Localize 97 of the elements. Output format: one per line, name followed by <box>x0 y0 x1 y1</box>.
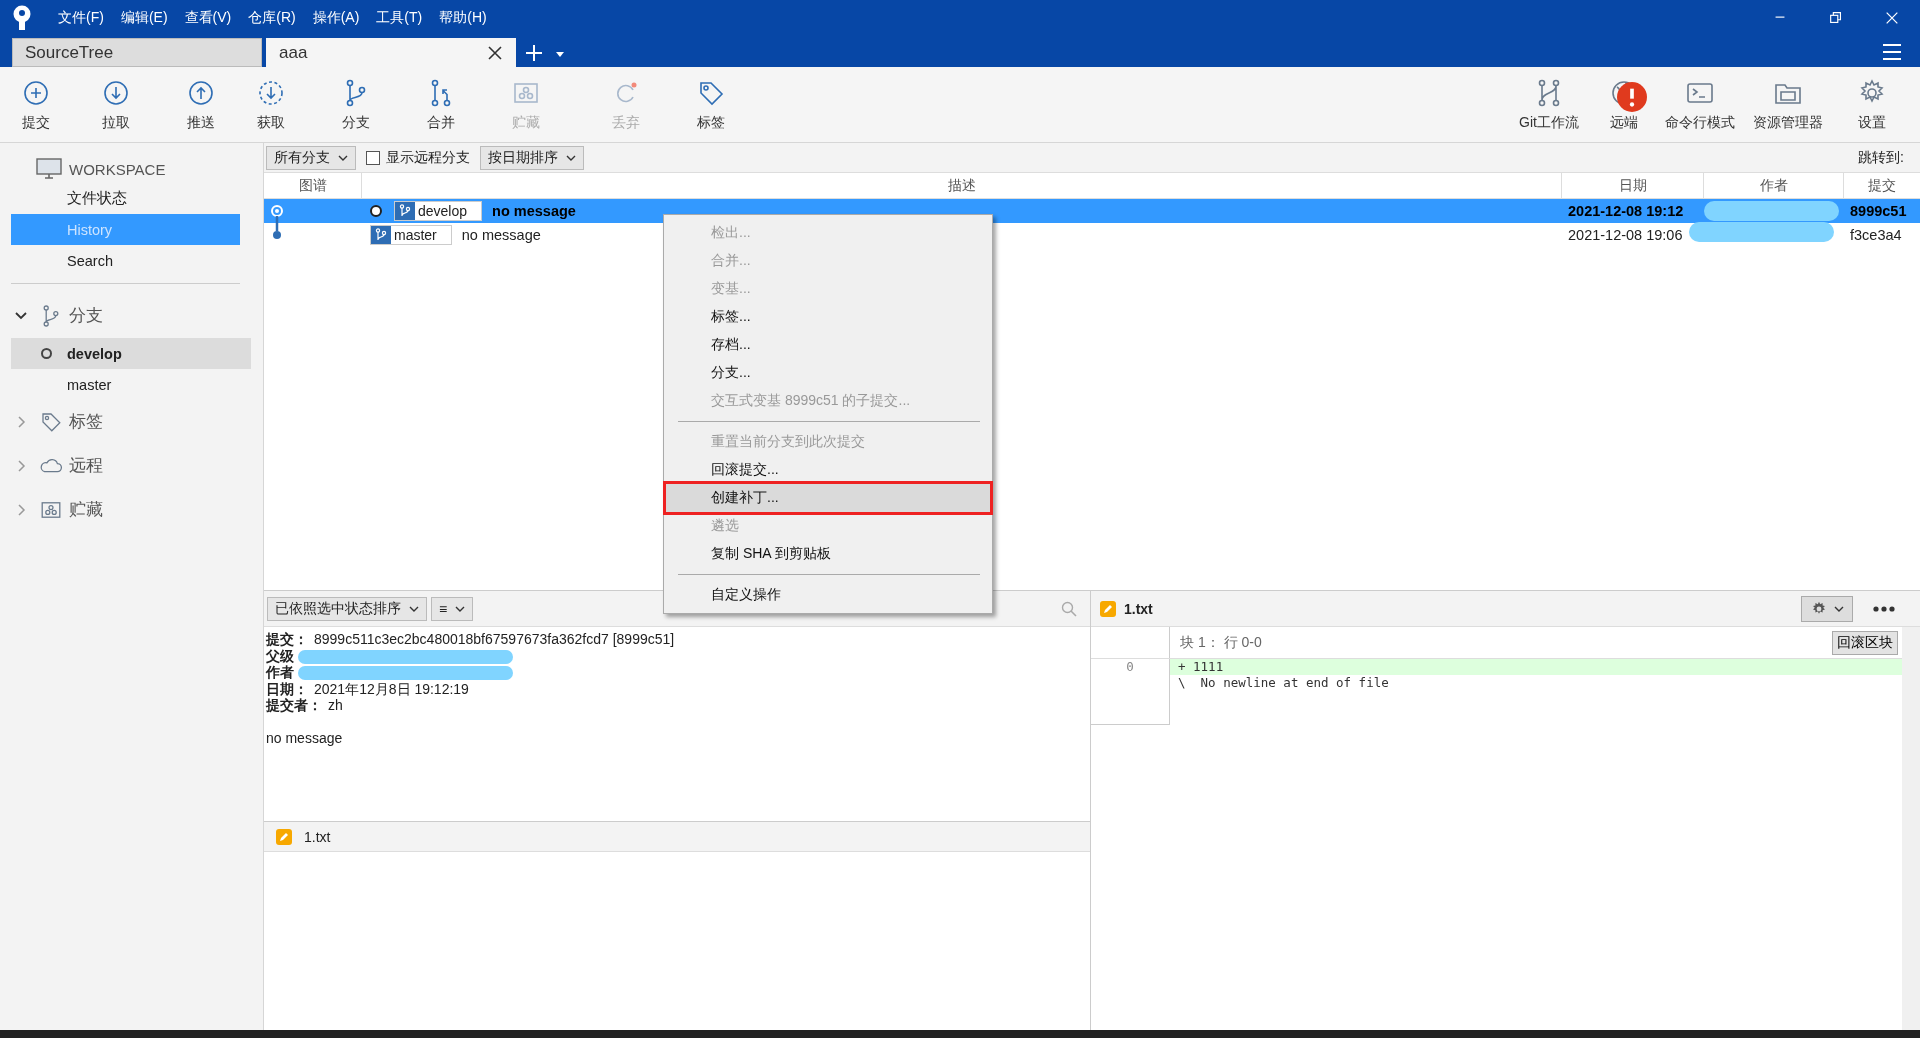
checkbox[interactable] <box>366 150 380 165</box>
chevron-right-icon[interactable] <box>15 504 27 516</box>
menu-item[interactable]: 文件(F) <box>58 9 104 27</box>
checkbox-label: 显示远程分支 <box>386 148 470 167</box>
column-header[interactable]: 作者 <box>1704 173 1844 198</box>
toolbar-button[interactable]: 提交 <box>6 67 66 142</box>
line-number: 0 <box>1126 659 1134 674</box>
plus-icon[interactable] <box>524 43 544 63</box>
restore-icon[interactable] <box>1828 10 1844 26</box>
menu-item[interactable]: 回滚提交... <box>664 456 992 484</box>
diff-line: \ No newline at end of file <box>1177 675 1390 691</box>
sidebar-section[interactable]: 分支 <box>69 305 103 327</box>
toolbar-button[interactable]: 标签 <box>676 67 746 142</box>
detail-value: 8999c511c3ec2bc480018bf67597673fa362fcd7 [8999c51] <box>314 631 675 648</box>
branch-tag[interactable]: develop <box>394 201 483 221</box>
chevron-down-icon <box>566 153 576 162</box>
sidebar-item[interactable]: Search <box>11 245 253 276</box>
menu-item[interactable]: 工具(T) <box>376 9 423 27</box>
alert-icon <box>1617 81 1647 112</box>
app-logo-icon <box>12 5 32 31</box>
commit-hash: 8999c51 <box>1850 203 1907 219</box>
menu-item[interactable]: 帮助(H) <box>439 9 487 27</box>
file-name: 1.txt <box>1124 600 1153 617</box>
toolbar-button[interactable]: 设置 <box>1830 67 1914 142</box>
chevron-down-icon <box>409 604 419 613</box>
toolbar-button[interactable]: 拉取 <box>66 67 166 142</box>
toolbar-button[interactable]: 获取 <box>236 67 306 142</box>
toolbar-button[interactable]: Git工作流 <box>1504 67 1594 142</box>
toolbar-button[interactable]: 合并 <box>406 67 476 142</box>
detail-label: 提交者： <box>266 697 322 714</box>
sidebar-section[interactable]: 远程 <box>69 455 103 477</box>
toolbar-button[interactable]: 命令行模式 <box>1654 67 1746 142</box>
branch-item[interactable]: develop <box>11 338 251 369</box>
chevron-down-icon <box>338 153 348 162</box>
view-dropdown[interactable]: ≡ <box>431 596 474 621</box>
close-icon[interactable] <box>1884 10 1900 26</box>
column-header[interactable]: 描述 <box>362 173 1562 198</box>
menu-item[interactable]: 标签... <box>664 303 992 331</box>
menu-item[interactable]: 存档... <box>664 331 992 359</box>
column-header[interactable]: 日期 <box>1562 173 1704 198</box>
chevron-right-icon[interactable] <box>15 460 27 472</box>
pencil-icon <box>1100 600 1116 617</box>
close-icon[interactable] <box>487 44 503 61</box>
branch-item[interactable]: master <box>11 369 251 400</box>
sidebar-item[interactable]: 文件状态 <box>11 183 253 214</box>
branch-icon <box>399 204 411 218</box>
branch-icon <box>375 228 387 242</box>
commit-date: 2021-12-08 19:06 <box>1568 227 1683 243</box>
toolbar-button[interactable]: 远端 <box>1594 67 1654 142</box>
toolbar-button[interactable]: 推送 <box>166 67 236 142</box>
sort-dropdown[interactable]: 已依照选中状态排序 <box>267 596 427 621</box>
monitor-icon <box>35 157 63 181</box>
commit-message: no message <box>492 203 576 219</box>
sidebar-heading: WORKSPACE <box>69 160 166 178</box>
detail-label: 日期： <box>266 680 308 697</box>
menu-item[interactable]: 操作(A) <box>312 9 360 27</box>
menu-item[interactable]: 查看(V) <box>184 9 232 27</box>
detail-value: 2021年12月8日 19:12:19 <box>314 680 469 697</box>
tag-icon <box>39 410 63 434</box>
tab[interactable]: aaa <box>266 38 516 67</box>
menu-icon[interactable] <box>1882 43 1902 61</box>
commit-message: no message <box>266 729 344 746</box>
chevron-right-icon[interactable] <box>15 416 27 428</box>
detail-value: zh <box>328 697 343 714</box>
sidebar-section[interactable]: 标签 <box>69 411 103 433</box>
chevron-down-icon <box>1834 604 1844 613</box>
tab[interactable]: SourceTree <box>12 38 262 67</box>
sort-dropdown[interactable]: 按日期排序 <box>480 145 584 170</box>
column-header[interactable]: 图谱 <box>264 173 362 198</box>
commit-hash: f3ce3a4 <box>1850 227 1902 243</box>
pencil-icon <box>276 828 292 845</box>
detail-label: 父级 <box>266 647 294 664</box>
revert-hunk-button[interactable]: 回滚区块 <box>1832 630 1898 655</box>
menu-item[interactable]: 自定义操作 <box>664 581 992 609</box>
file-row[interactable]: 1.txt <box>264 822 1090 852</box>
menu-item[interactable]: 创建补丁... <box>666 484 990 512</box>
menu-item[interactable]: 编辑(E) <box>120 9 168 27</box>
commit-date: 2021-12-08 19:12 <box>1568 203 1684 219</box>
toolbar-button[interactable]: 分支 <box>306 67 406 142</box>
menu-item[interactable]: 仓库(R) <box>248 9 296 27</box>
settings-dropdown[interactable] <box>1801 595 1853 622</box>
jump-to-label: 跳转到: <box>1858 148 1905 167</box>
detail-label: 作者 <box>266 664 294 681</box>
detail-label: 提交： <box>266 631 308 648</box>
menu-item[interactable]: 分支... <box>664 359 992 387</box>
toolbar-button[interactable]: 资源管理器 <box>1746 67 1830 142</box>
commit-message: no message <box>461 227 541 243</box>
more-icon[interactable] <box>1873 605 1895 612</box>
branch-tag[interactable]: master <box>370 225 452 245</box>
sidebar-section[interactable]: 贮藏 <box>69 499 103 521</box>
hunk-header: 块 1： 行 0-0 <box>1180 633 1262 652</box>
head-marker-icon <box>41 348 52 359</box>
chevron-down-icon <box>455 604 466 613</box>
branch-filter-dropdown[interactable]: 所有分支 <box>266 145 356 170</box>
menu-item[interactable]: 复制 SHA 到剪贴板 <box>664 540 992 568</box>
chevron-down-icon[interactable] <box>15 310 27 322</box>
column-header[interactable]: 提交 <box>1844 173 1920 198</box>
